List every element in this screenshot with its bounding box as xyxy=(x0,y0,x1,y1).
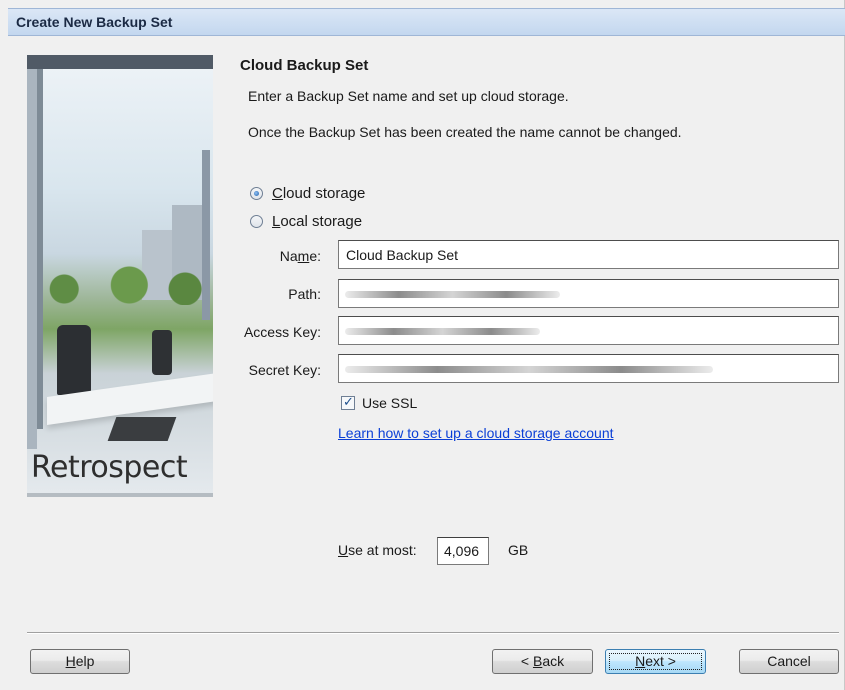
brand-logo-text: Retrospect xyxy=(31,450,188,485)
redacted-value xyxy=(345,366,713,373)
cloud-storage-help-link[interactable]: Learn how to set up a cloud storage acco… xyxy=(338,425,614,441)
local-storage-radio[interactable] xyxy=(250,214,263,228)
checkmark-icon: ✓ xyxy=(343,394,354,409)
cloud-storage-option[interactable]: Cloud storage xyxy=(250,183,365,203)
use-at-most-input[interactable]: 4,096 xyxy=(437,537,489,565)
path-label: Path: xyxy=(288,286,321,302)
secret-key-label: Secret Key: xyxy=(248,362,321,378)
next-button[interactable]: Next > xyxy=(605,649,706,674)
use-at-most-label: Use at most: xyxy=(338,542,417,558)
name-label: Name: xyxy=(279,248,321,264)
access-key-label: Access Key: xyxy=(243,324,321,340)
footer-divider xyxy=(27,632,839,634)
section-title: Cloud Backup Set xyxy=(240,57,369,74)
redacted-value xyxy=(345,291,560,298)
path-input[interactable] xyxy=(338,279,839,308)
access-key-input[interactable] xyxy=(338,316,839,345)
name-warning-text: Once the Backup Set has been created the… xyxy=(248,124,682,140)
cloud-storage-label[interactable]: Cloud storage xyxy=(272,185,365,202)
redacted-value xyxy=(345,328,540,335)
use-at-most-value: 4,096 xyxy=(444,543,480,559)
use-ssl-checkbox[interactable]: ✓ xyxy=(341,394,355,410)
cloud-storage-radio[interactable] xyxy=(250,186,263,200)
cancel-button[interactable]: Cancel xyxy=(739,649,839,674)
instruction-text: Enter a Backup Set name and set up cloud… xyxy=(248,88,569,104)
secret-key-input[interactable] xyxy=(338,354,839,383)
back-button[interactable]: < Back xyxy=(492,649,593,674)
create-backup-set-dialog: Create New Backup Set Retrospect Cloud B… xyxy=(0,0,845,690)
dialog-title-bar: Create New Backup Set xyxy=(8,8,845,36)
use-at-most-unit: GB xyxy=(508,542,529,558)
local-storage-option[interactable]: Local storage xyxy=(250,211,362,231)
help-button[interactable]: Help xyxy=(30,649,130,674)
name-input-value: Cloud Backup Set xyxy=(346,247,459,263)
dialog-title: Create New Backup Set xyxy=(16,14,173,30)
name-input[interactable]: Cloud Backup Set xyxy=(338,240,839,269)
sidebar-image: Retrospect xyxy=(27,55,213,497)
use-ssl-option[interactable]: ✓ Use SSL xyxy=(341,394,417,411)
use-ssl-label[interactable]: Use SSL xyxy=(362,395,417,411)
local-storage-label[interactable]: Local storage xyxy=(272,213,362,230)
